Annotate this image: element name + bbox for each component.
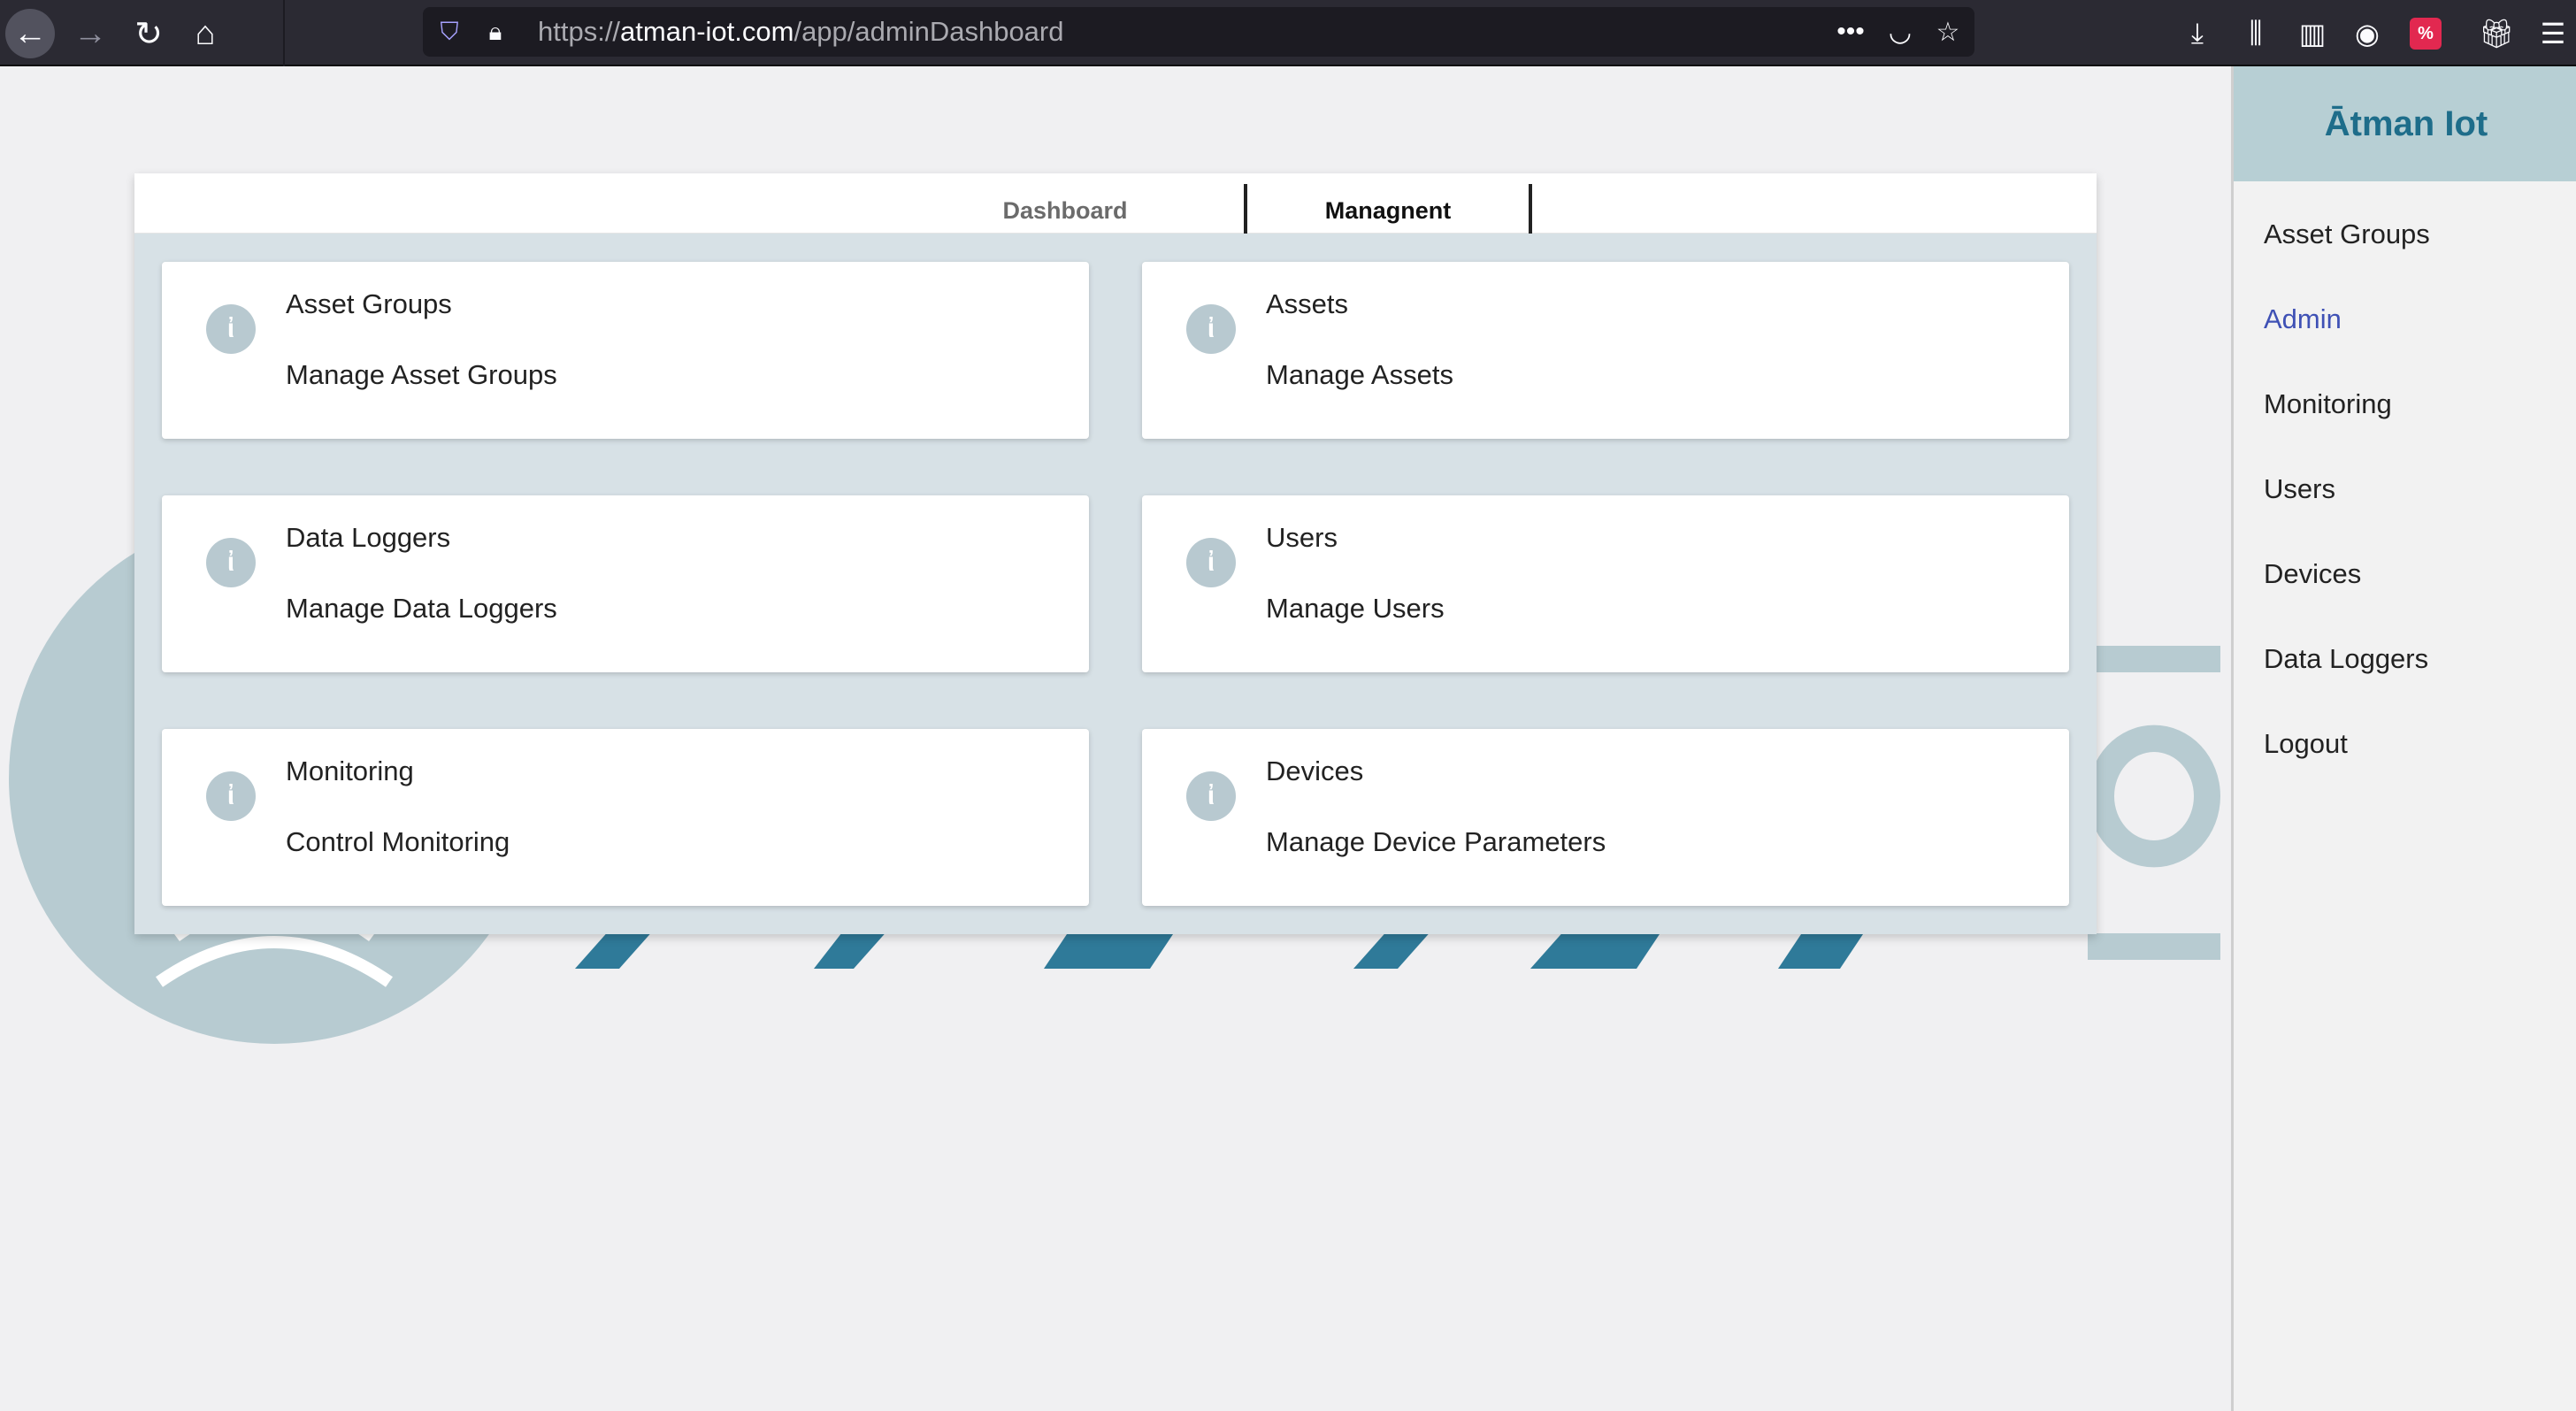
- download-icon[interactable]: ⤓: [2174, 11, 2220, 57]
- tab-bar: Dashboard Managnent: [134, 173, 2097, 234]
- sidebar-item-monitoring[interactable]: Monitoring: [2264, 388, 2392, 420]
- info-icon: ἰ: [1186, 538, 1236, 587]
- info-icon: ἰ: [206, 538, 256, 587]
- info-icon: ἰ: [206, 771, 256, 821]
- home-icon[interactable]: ⌂: [180, 9, 230, 58]
- card-assets[interactable]: ἰ Assets Manage Assets: [1142, 262, 2069, 439]
- tab-management[interactable]: Managnent: [1247, 184, 1532, 234]
- card-title: Devices: [1266, 755, 1364, 786]
- card-title: Monitoring: [286, 755, 414, 786]
- card-subtitle: Manage Assets: [1266, 359, 1453, 390]
- sidebar-item-admin[interactable]: Admin: [2264, 303, 2342, 335]
- card-title: Assets: [1266, 288, 1349, 319]
- logo-iot-text: [2088, 646, 2220, 960]
- sidebar-title: Ātman Iot: [2234, 66, 2576, 181]
- card-subtitle: Control Monitoring: [286, 826, 510, 857]
- card-title: Asset Groups: [286, 288, 452, 319]
- shield-icon[interactable]: ⛉: [432, 16, 467, 48]
- sidebar-item-users[interactable]: Users: [2264, 473, 2335, 505]
- sidebar-toggle-icon[interactable]: ▥: [2289, 11, 2335, 57]
- url-scheme: https://: [538, 16, 621, 47]
- card-monitoring[interactable]: ἰ Monitoring Control Monitoring: [162, 729, 1089, 906]
- forward-arrow-icon[interactable]: →: [65, 9, 115, 58]
- sidebar-item-asset-groups[interactable]: Asset Groups: [2264, 219, 2430, 250]
- card-subtitle: Manage Data Loggers: [286, 593, 557, 624]
- menu-icon[interactable]: ☰: [2530, 11, 2576, 57]
- sidebar-item-data-loggers[interactable]: Data Loggers: [2264, 643, 2428, 675]
- url-path: /app/adminDashboard: [794, 16, 1064, 47]
- gift-icon[interactable]: 🎁︎: [2473, 11, 2519, 57]
- info-icon: ἰ: [1186, 304, 1236, 354]
- address-bar[interactable]: ⛉ 🔒︎ https://atman-iot.com/app/adminDash…: [423, 7, 1974, 57]
- sidebar-item-devices[interactable]: Devices: [2264, 558, 2361, 590]
- management-panel: Dashboard Managnent ἰ Asset Groups Manag…: [134, 173, 2097, 934]
- more-actions-icon[interactable]: •••: [1833, 16, 1868, 48]
- browser-toolbar: ← → ↻ ⌂ ⛉ 🔒︎ https://atman-iot.com/app/a…: [0, 0, 2576, 66]
- card-subtitle: Manage Asset Groups: [286, 359, 557, 390]
- info-icon: ἰ: [206, 304, 256, 354]
- pocket-icon[interactable]: ◡: [1882, 16, 1918, 48]
- extension-badge: %: [2410, 18, 2442, 50]
- card-users[interactable]: ἰ Users Manage Users: [1142, 495, 2069, 672]
- tab-dashboard[interactable]: Dashboard: [886, 184, 1247, 234]
- card-subtitle: Manage Users: [1266, 593, 1445, 624]
- extension-icon[interactable]: %: [2403, 11, 2449, 57]
- url-text[interactable]: https://atman-iot.com/app/adminDashboard: [538, 7, 1064, 57]
- account-icon[interactable]: ◉: [2344, 11, 2390, 57]
- toolbar-divider: [283, 0, 285, 66]
- card-title: Data Loggers: [286, 522, 451, 553]
- reload-icon[interactable]: ↻: [124, 9, 173, 58]
- card-data-loggers[interactable]: ἰ Data Loggers Manage Data Loggers: [162, 495, 1089, 672]
- logo-letters: [575, 929, 1867, 969]
- nav-sidebar: Ātman Iot Asset Groups Admin Monitoring …: [2231, 66, 2576, 1411]
- info-icon: ἰ: [1186, 771, 1236, 821]
- card-title: Users: [1266, 522, 1338, 553]
- sidebar-item-logout[interactable]: Logout: [2264, 728, 2348, 760]
- bookmark-star-icon[interactable]: ☆: [1930, 16, 1966, 48]
- back-arrow-icon[interactable]: ←: [5, 9, 55, 58]
- lock-icon[interactable]: 🔒︎: [478, 16, 513, 48]
- url-host: atman-iot.com: [620, 16, 794, 47]
- library-icon[interactable]: ⫼: [2233, 11, 2279, 57]
- card-subtitle: Manage Device Parameters: [1266, 826, 1606, 857]
- card-asset-groups[interactable]: ἰ Asset Groups Manage Asset Groups: [162, 262, 1089, 439]
- card-devices[interactable]: ἰ Devices Manage Device Parameters: [1142, 729, 2069, 906]
